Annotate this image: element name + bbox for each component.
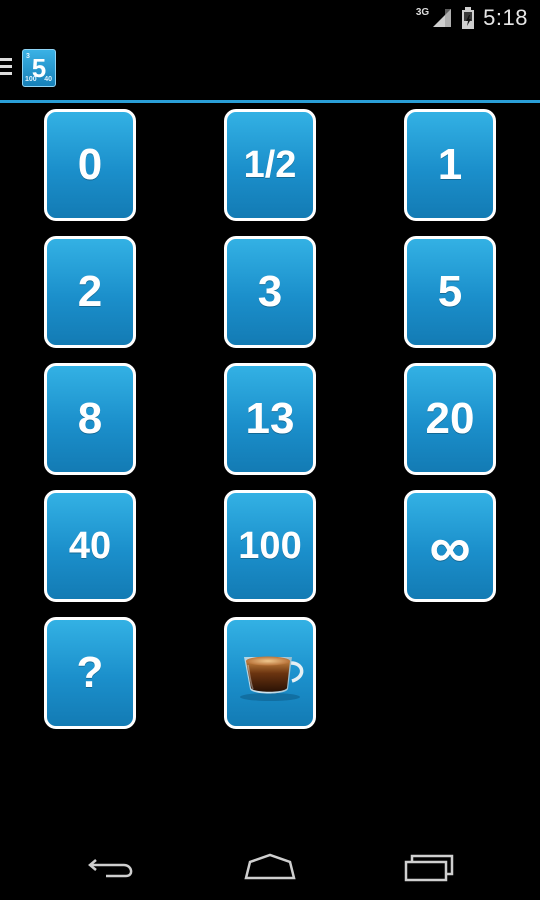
card-label: 1	[437, 140, 463, 189]
card-20[interactable]: 20	[404, 363, 496, 475]
card-question[interactable]: ?	[44, 617, 136, 729]
card-half[interactable]: 1/2	[224, 109, 316, 221]
card-40[interactable]: 40	[44, 490, 136, 602]
coffee-cup-icon	[240, 656, 304, 701]
card-grid: 0 1/2 1 2 3 5 8 13 20 40 100 ∞ ?	[0, 0, 540, 900]
card-label: ?	[76, 648, 104, 697]
card-label: ∞	[429, 515, 471, 580]
card-3[interactable]: 3	[224, 236, 316, 348]
card-13[interactable]: 13	[224, 363, 316, 475]
card-infinity[interactable]: ∞	[404, 490, 496, 602]
card-label: 20	[425, 394, 475, 443]
back-icon[interactable]	[82, 850, 142, 886]
card-label: 100	[238, 524, 302, 567]
card-label: 40	[68, 524, 112, 567]
card-label: 8	[77, 394, 103, 443]
card-label: 5	[437, 267, 463, 316]
card-label: 2	[77, 267, 103, 316]
card-label: 13	[245, 394, 295, 443]
home-icon[interactable]	[240, 850, 300, 886]
card-2[interactable]: 2	[44, 236, 136, 348]
card-0[interactable]: 0	[44, 109, 136, 221]
card-label: 3	[257, 267, 283, 316]
card-8[interactable]: 8	[44, 363, 136, 475]
navigation-bar	[0, 836, 540, 900]
card-coffee[interactable]	[224, 617, 316, 729]
card-1[interactable]: 1	[404, 109, 496, 221]
card-label: 0	[77, 140, 103, 189]
card-label: 1/2	[243, 143, 297, 186]
recent-apps-icon[interactable]	[398, 850, 458, 886]
card-5[interactable]: 5	[404, 236, 496, 348]
card-100[interactable]: 100	[224, 490, 316, 602]
